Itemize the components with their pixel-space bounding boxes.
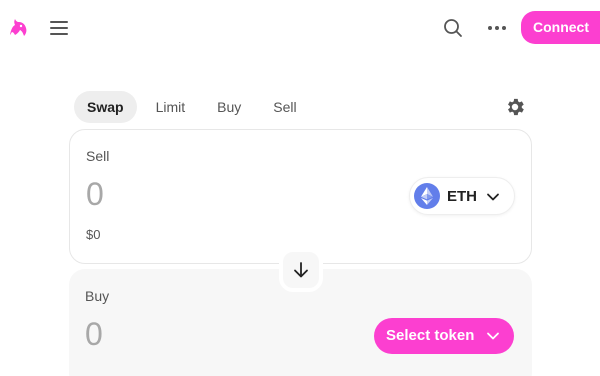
chevron-down-icon [486,190,500,204]
swap-page: Connect Swap Limit Buy Sell Sell $0 [0,0,600,376]
buy-amount-input[interactable] [85,316,285,353]
sell-label: Sell [86,148,110,164]
chevron-down-icon [486,329,500,343]
menu-icon[interactable] [46,16,72,40]
uniswap-logo-icon[interactable] [6,15,30,39]
gear-icon[interactable] [504,96,526,118]
swap-mode-tabs: Swap Limit Buy Sell [74,91,316,123]
ethereum-icon [414,183,440,209]
select-token-button[interactable]: Select token [374,318,514,354]
tab-swap[interactable]: Swap [74,91,137,123]
select-token-label: Select token [386,327,475,344]
swap-direction-button[interactable] [279,248,323,292]
tab-sell[interactable]: Sell [260,91,309,123]
sell-panel: Sell $0 ETH [69,129,532,264]
sell-usd-value: $0 [86,227,101,242]
more-dots-icon[interactable] [484,18,510,38]
sell-token-selector[interactable]: ETH [409,177,515,215]
sell-token-symbol: ETH [447,188,477,205]
tab-buy[interactable]: Buy [204,91,254,123]
sell-amount-input[interactable] [86,176,286,213]
tab-limit[interactable]: Limit [143,91,199,123]
buy-label: Buy [85,288,110,304]
arrow-down-icon [294,262,308,278]
connect-button[interactable]: Connect [521,11,600,44]
search-icon[interactable] [442,17,464,39]
